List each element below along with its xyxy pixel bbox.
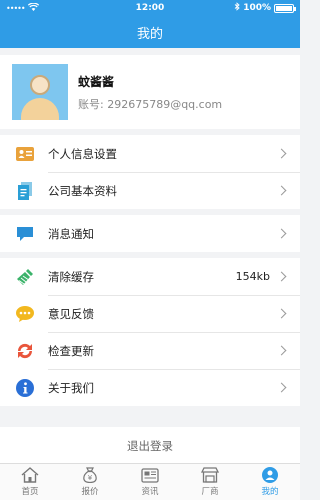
cache-size-value: 154kb bbox=[235, 270, 270, 283]
settings-row[interactable]: 意见反馈 bbox=[0, 295, 300, 332]
home-icon bbox=[21, 467, 39, 483]
tab-label: 首页 bbox=[21, 487, 39, 497]
tab-label: 报价 bbox=[81, 487, 99, 497]
settings-row[interactable]: 清除缓存 154kb bbox=[0, 258, 300, 295]
settings-row-label: 检查更新 bbox=[48, 343, 94, 358]
settings-row-label: 公司基本资料 bbox=[48, 183, 117, 198]
settings-group: 个人信息设置 公司基本资料 bbox=[0, 135, 300, 209]
settings-row-label: 个人信息设置 bbox=[48, 146, 117, 161]
nav-bar: 我的 bbox=[0, 16, 300, 48]
info-icon bbox=[16, 378, 34, 397]
store-icon bbox=[201, 467, 219, 483]
settings-row-label: 清除缓存 bbox=[48, 269, 94, 284]
settings-row[interactable]: 公司基本资料 bbox=[0, 172, 300, 209]
tab-store[interactable]: 厂商 bbox=[180, 464, 240, 500]
logout-label: 退出登录 bbox=[127, 438, 173, 453]
money-bag-icon: ¥ bbox=[81, 467, 99, 483]
settings-row[interactable]: 检查更新 bbox=[0, 332, 300, 369]
svg-text:¥: ¥ bbox=[88, 474, 93, 482]
tab-label: 我的 bbox=[261, 487, 279, 497]
tab-label: 资讯 bbox=[141, 487, 159, 497]
settings-row[interactable]: 个人信息设置 bbox=[0, 135, 300, 172]
settings-row-label: 消息通知 bbox=[48, 226, 94, 241]
chat-bubble-icon bbox=[16, 225, 34, 243]
speech-dots-icon bbox=[16, 305, 34, 323]
tab-label: 厂商 bbox=[201, 487, 219, 497]
chevron-right-icon bbox=[276, 185, 287, 196]
broom-icon bbox=[16, 268, 34, 286]
chevron-right-icon bbox=[276, 308, 287, 319]
status-bar: ••••• 12:00 100% bbox=[0, 0, 300, 16]
battery-icon bbox=[274, 3, 296, 13]
logout-button[interactable]: 退出登录 bbox=[0, 427, 300, 464]
avatar[interactable] bbox=[12, 64, 68, 120]
profile-info: 蚊酱酱 账号: 292675789@qq.com bbox=[78, 73, 222, 112]
chevron-right-icon bbox=[276, 271, 287, 282]
news-icon bbox=[141, 467, 159, 483]
tab-bar: 首页 ¥ 报价 资讯 厂商 我的 bbox=[0, 463, 300, 500]
document-icon bbox=[16, 181, 34, 200]
chevron-right-icon bbox=[276, 345, 287, 356]
chevron-right-icon bbox=[276, 228, 287, 239]
tab-home[interactable]: 首页 bbox=[0, 464, 60, 500]
nickname: 蚊酱酱 bbox=[78, 74, 115, 89]
settings-row[interactable]: 关于我们 bbox=[0, 369, 300, 406]
tab-money-bag[interactable]: ¥ 报价 bbox=[60, 464, 120, 500]
account-text: 账号: 292675789@qq.com bbox=[78, 97, 223, 111]
settings-row-label: 关于我们 bbox=[48, 380, 94, 395]
user-icon bbox=[261, 467, 279, 483]
refresh-icon bbox=[16, 342, 34, 360]
settings-group: 消息通知 bbox=[0, 215, 300, 252]
settings-group: 清除缓存 154kb 意见反馈检查更新关于我们 bbox=[0, 258, 300, 406]
tab-user[interactable]: 我的 bbox=[240, 464, 300, 500]
chevron-right-icon bbox=[276, 382, 287, 393]
status-time: 12:00 bbox=[135, 3, 165, 13]
chevron-right-icon bbox=[276, 148, 287, 159]
page-title: 我的 bbox=[136, 26, 163, 42]
settings-row-label: 意见反馈 bbox=[48, 306, 94, 321]
profile-card[interactable]: 蚊酱酱 账号: 292675789@qq.com bbox=[0, 55, 300, 129]
tab-news[interactable]: 资讯 bbox=[120, 464, 180, 500]
id-card-icon bbox=[16, 145, 34, 163]
settings-row[interactable]: 消息通知 bbox=[0, 215, 300, 252]
